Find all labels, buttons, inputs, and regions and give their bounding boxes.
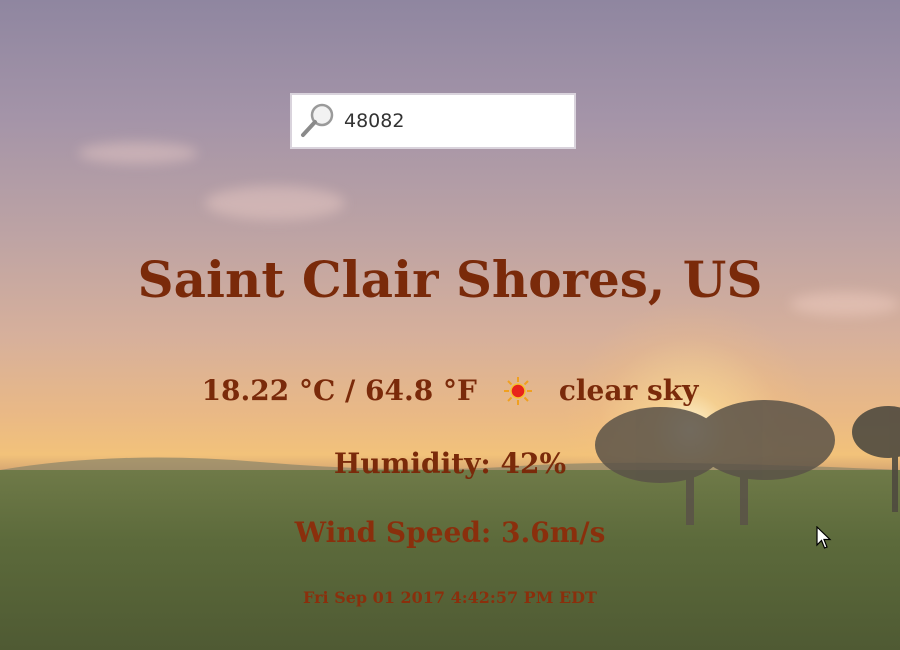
sun-icon <box>503 376 533 406</box>
temperature-value: 18.22 °C / 64.8 °F <box>201 374 477 407</box>
search-icon <box>298 101 338 141</box>
temperature-row: 18.22 °C / 64.8 °F clear sky <box>0 374 900 407</box>
timestamp: Fri Sep 01 2017 4:42:57 PM EDT <box>303 588 597 607</box>
wind-speed-label: Wind Speed: 3.6m/s <box>294 516 606 549</box>
background-cloud <box>78 142 198 164</box>
search-bar[interactable] <box>290 93 576 149</box>
city-name: Saint Clair Shores, US <box>137 250 763 309</box>
humidity-label: Humidity: 42% <box>333 447 567 480</box>
weather-condition: clear sky <box>558 374 699 407</box>
weather-app: Saint Clair Shores, US 18.22 °C / 64.8 °… <box>0 0 900 650</box>
background-cloud <box>205 186 345 220</box>
mouse-cursor-icon <box>816 526 832 549</box>
zip-search-input[interactable] <box>342 109 566 133</box>
